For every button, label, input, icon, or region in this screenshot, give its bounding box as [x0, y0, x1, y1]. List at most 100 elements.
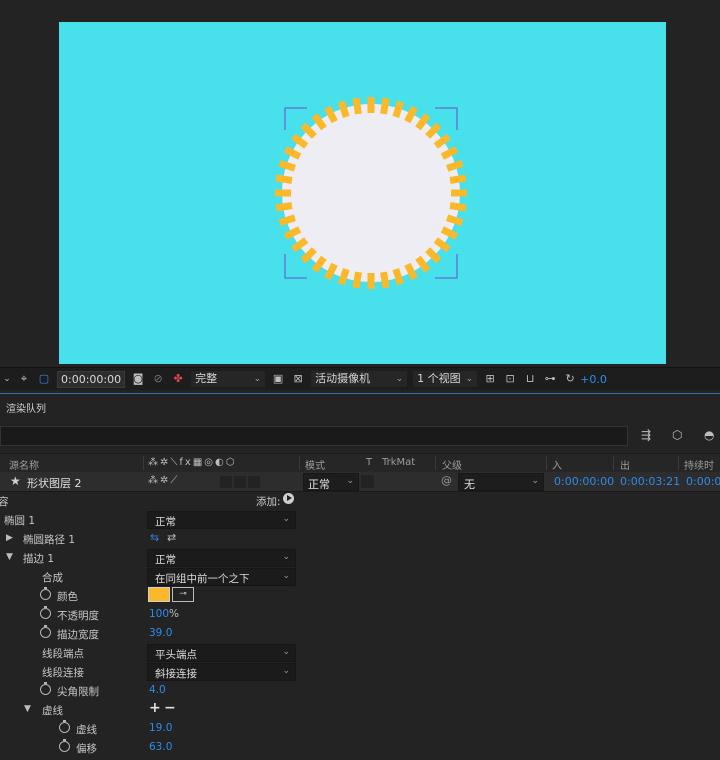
stopwatch-icon[interactable] [40, 625, 51, 638]
path-direction-reverse-icon[interactable]: ⇄ [167, 531, 176, 544]
dashes-label[interactable]: 虚线 [42, 703, 63, 718]
stroke-width-row[interactable]: 描边宽度 39.0 [0, 624, 720, 643]
offset-label: 偏移 [76, 743, 97, 755]
reset-exposure-icon[interactable]: ↻ [563, 372, 577, 386]
layer-mode-select[interactable]: 正常 ⌄ [303, 473, 359, 491]
opacity-unit: % [169, 608, 180, 620]
composite-select[interactable]: 在同组中前一个之下 ⌄ [147, 568, 296, 586]
stroke-composite-row[interactable]: 合成 在同组中前一个之下 ⌄ [0, 567, 720, 586]
stroke-width-value[interactable]: 39.0 [149, 627, 172, 639]
stroke-color-swatch[interactable] [148, 587, 170, 602]
column-duration[interactable]: 持续时 [684, 457, 714, 472]
current-time-display[interactable]: 0:00:00:00 [57, 370, 126, 388]
stopwatch-icon[interactable] [59, 720, 70, 733]
layer-in-time[interactable]: 0:00:00:00 [554, 475, 614, 488]
color-channels-icon[interactable]: ✤ [171, 372, 185, 386]
dash-row[interactable]: 虚线 19.0 [0, 719, 720, 738]
snapshot-camera-icon[interactable]: ◙ [131, 372, 145, 386]
camera-select[interactable]: 活动摄像机 ⌄ [311, 371, 408, 387]
layer-switches[interactable]: ⁂✲⟋ [148, 475, 179, 486]
ellipse-path-label[interactable]: 椭圆路径 1 [23, 532, 75, 547]
dashes-group-row[interactable]: ▼ 虚线 + − [0, 700, 720, 719]
line-join-label: 线段连接 [42, 667, 84, 679]
fast-preview-icon[interactable]: ▣ [271, 372, 285, 386]
stopwatch-icon[interactable] [40, 606, 51, 619]
region-of-interest-icon[interactable]: ⌖ [17, 372, 31, 386]
composition-canvas[interactable] [59, 22, 666, 364]
column-divider [435, 456, 436, 470]
column-t[interactable]: T [366, 457, 372, 468]
layer-duration[interactable]: 0:00:0 [686, 475, 720, 488]
flowchart-icon[interactable]: ⊶ [543, 372, 557, 386]
line-join-select[interactable]: 斜接连接 ⌄ [147, 663, 296, 681]
transparency-grid-icon[interactable]: ▢ [37, 372, 51, 386]
layer-name[interactable]: 形状图层 2 [27, 475, 82, 491]
contents-label: 容 [0, 496, 9, 508]
eyedropper-icon[interactable]: ⊸ [172, 587, 194, 602]
column-parent[interactable]: 父级 [442, 457, 462, 472]
ellipse-inner-fill [291, 113, 451, 273]
switch-box[interactable] [248, 476, 260, 488]
path-direction-icon[interactable]: ⇆ [150, 531, 159, 544]
exposure-value[interactable]: +0.0 [580, 373, 607, 386]
timeline-search-input[interactable] [0, 426, 628, 446]
stroke-dash [449, 202, 467, 212]
ellipse-blend-select[interactable]: 正常 ⌄ [147, 511, 296, 529]
composition-flowchart-icon[interactable]: ⇶ [641, 428, 651, 442]
switch-box[interactable] [220, 476, 232, 488]
opacity-value[interactable]: 100 [149, 608, 169, 620]
timeline-icon[interactable]: ⊔ [523, 372, 537, 386]
dash-value[interactable]: 19.0 [149, 722, 172, 734]
stroke-group-row[interactable]: ▼ 描边 1 正常 ⌄ [0, 548, 720, 567]
render-queue-tab[interactable]: 渲染队列 [6, 400, 46, 415]
expand-triangle-icon[interactable]: ▶ [6, 533, 13, 543]
view-layout-select[interactable]: 1 个视图 ⌄ [413, 371, 478, 387]
stroke-dash [275, 174, 293, 184]
line-cap-row[interactable]: 线段端点 平头端点 ⌄ [0, 643, 720, 662]
stroke-blend-select[interactable]: 正常 ⌄ [147, 549, 296, 567]
toggle-grid-icon[interactable]: ⊠ [291, 372, 305, 386]
stroke-blend-value: 正常 [155, 554, 176, 566]
chevron-down-icon[interactable]: ⌄ [3, 372, 11, 386]
column-in[interactable]: 入 [552, 457, 562, 472]
parent-select[interactable]: 无 ⌄ [458, 473, 544, 491]
ellipse-group-row[interactable]: 椭圆 1 正常 ⌄ [0, 510, 720, 529]
stopwatch-icon[interactable] [40, 587, 51, 600]
offset-value[interactable]: 63.0 [149, 741, 172, 753]
opacity-field[interactable]: 100% [149, 608, 179, 620]
add-dash-icon[interactable]: + [149, 700, 161, 716]
column-trkmat[interactable]: TrkMat [382, 457, 415, 468]
miter-limit-row[interactable]: 尖角限制 4.0 [0, 681, 720, 700]
column-source-name[interactable]: 源名称 [9, 457, 39, 472]
ellipse-blend-value: 正常 [155, 516, 176, 528]
resolution-select[interactable]: 完整 ⌄ [191, 371, 266, 387]
remove-dash-icon[interactable]: − [164, 700, 176, 716]
stroke-group-label[interactable]: 描边 1 [23, 551, 54, 566]
ellipse-group-label[interactable]: 椭圆 1 [4, 513, 35, 528]
toggle-pixel-aspect-icon[interactable]: ⊞ [483, 372, 497, 386]
ellipse-path-row[interactable]: ▶ 椭圆路径 1 ⇆ ⇄ [0, 529, 720, 548]
line-cap-select[interactable]: 平头端点 ⌄ [147, 644, 296, 662]
offset-row[interactable]: 偏移 63.0 [0, 738, 720, 757]
add-label[interactable]: 添加: [256, 494, 281, 509]
trkmat-box[interactable] [361, 475, 374, 488]
fast-draft-icon[interactable]: ⊡ [503, 372, 517, 386]
switch-box[interactable] [234, 476, 246, 488]
draft-3d-icon[interactable]: ⬡ [672, 428, 682, 442]
layer-out-time[interactable]: 0:00:03:21 [620, 475, 680, 488]
miter-limit-value[interactable]: 4.0 [149, 684, 166, 696]
stroke-color-row[interactable]: 颜色 ⊸ [0, 586, 720, 605]
column-mode[interactable]: 模式 [305, 457, 325, 472]
stroke-opacity-row[interactable]: 不透明度 100% [0, 605, 720, 624]
line-join-row[interactable]: 线段连接 斜接连接 ⌄ [0, 662, 720, 681]
collapse-triangle-icon[interactable]: ▼ [6, 552, 13, 562]
collapse-triangle-icon[interactable]: ▼ [24, 704, 31, 714]
column-out[interactable]: 出 [620, 457, 630, 472]
show-snapshot-icon[interactable]: ⊘ [151, 372, 165, 386]
stopwatch-icon[interactable] [59, 739, 70, 752]
stopwatch-icon[interactable] [40, 682, 51, 695]
motion-blur-icon[interactable]: ◓ [704, 428, 714, 442]
pickwhip-icon[interactable]: @ [441, 474, 452, 487]
add-menu-icon[interactable] [283, 493, 294, 504]
layer-row[interactable]: ★ 形状图层 2 ⁂✲⟋ 正常 ⌄ @ 无 ⌄ 0:00:00:00 0:00:… [0, 472, 720, 492]
